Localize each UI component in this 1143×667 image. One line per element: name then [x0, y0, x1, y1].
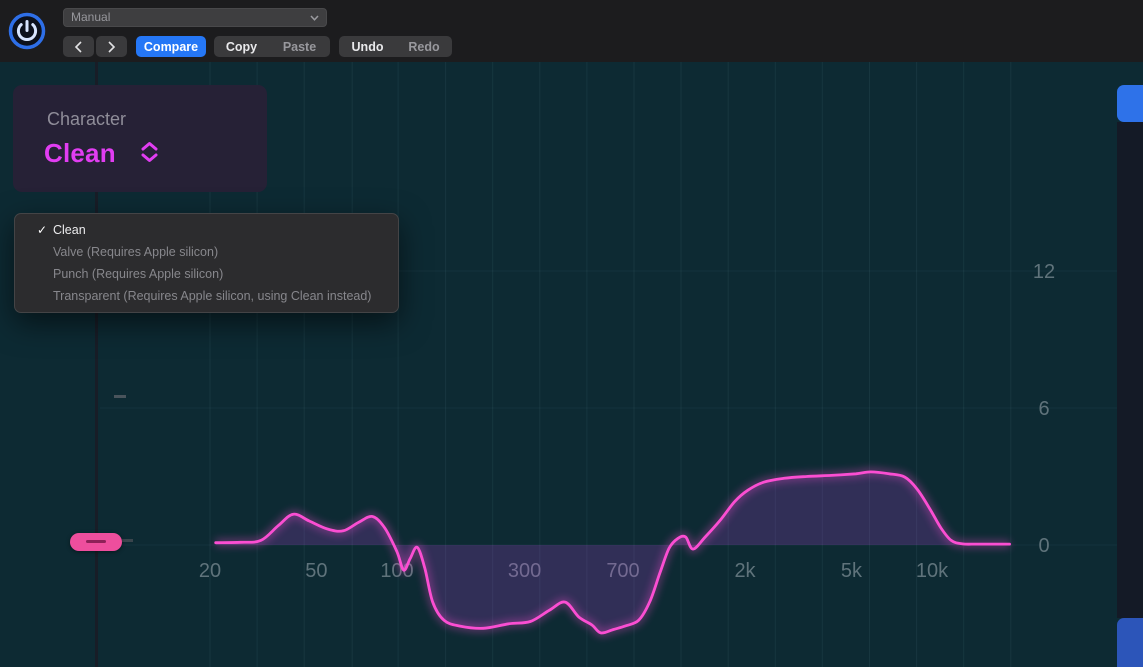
undo-button[interactable]: Undo [339, 36, 396, 57]
clipped-panel-body [1117, 122, 1143, 618]
clipped-panel-button-bottom [1117, 618, 1143, 667]
menu-item-label: Valve (Requires Apple silicon) [53, 245, 218, 259]
undo-redo-group: Undo Redo [339, 36, 452, 57]
chevron-left-icon [74, 41, 83, 53]
character-menu-item[interactable]: Transparent (Requires Apple silicon, usi… [15, 285, 398, 307]
preset-nav [63, 36, 127, 57]
redo-button[interactable]: Redo [396, 36, 452, 57]
freq-axis-label: 5k [841, 560, 863, 582]
updown-chevron-icon [139, 141, 160, 163]
character-menu-item[interactable]: Punch (Requires Apple silicon) [15, 263, 398, 285]
character-label: Character [47, 109, 126, 130]
clipped-side-panel [1117, 62, 1143, 667]
character-menu-item[interactable]: Valve (Requires Apple silicon) [15, 241, 398, 263]
db-axis-label: 6 [1038, 398, 1049, 420]
chevron-down-icon [310, 15, 319, 21]
paste-button[interactable]: Paste [269, 36, 330, 57]
plugin-window: 20501003007002k5k10k1260 Character Clean… [0, 0, 1143, 667]
handle-grip [86, 540, 106, 543]
slider-tick-6db [114, 395, 126, 398]
clipped-panel-button-top [1117, 85, 1143, 122]
freq-axis-label: 50 [305, 560, 327, 582]
host-toolbar: Manual Compare Copy Paste Undo [0, 0, 1143, 62]
forward-button[interactable] [96, 36, 127, 57]
db-axis-label: 12 [1033, 261, 1055, 283]
preset-select-value: Manual [71, 10, 110, 24]
freq-axis-label: 2k [734, 560, 756, 582]
power-icon [7, 11, 47, 51]
character-menu-item[interactable]: ✓ Clean [15, 219, 398, 241]
preset-select[interactable]: Manual [63, 8, 327, 27]
back-button[interactable] [63, 36, 94, 57]
check-icon: ✓ [37, 219, 47, 241]
character-value: Clean [44, 138, 116, 169]
menu-item-label: Transparent (Requires Apple silicon, usi… [53, 289, 371, 303]
freq-axis-label: 10k [916, 560, 949, 582]
character-selector[interactable]: Character Clean [13, 85, 267, 192]
copy-paste-group: Copy Paste [214, 36, 330, 57]
menu-item-label: Punch (Requires Apple silicon) [53, 267, 223, 281]
eq-curve-fill [216, 472, 1010, 633]
slider-tick-0db [122, 539, 133, 542]
compare-button[interactable]: Compare [136, 36, 206, 57]
character-dropdown-menu: ✓ Clean Valve (Requires Apple silicon) Punc… [14, 213, 399, 313]
gain-slider-handle[interactable] [70, 533, 122, 551]
menu-item-label: Clean [53, 223, 86, 237]
chevron-right-icon [107, 41, 116, 53]
db-axis-label: 0 [1038, 535, 1049, 557]
copy-button[interactable]: Copy [214, 36, 269, 57]
freq-axis-label: 20 [199, 560, 221, 582]
power-button[interactable] [7, 11, 47, 51]
